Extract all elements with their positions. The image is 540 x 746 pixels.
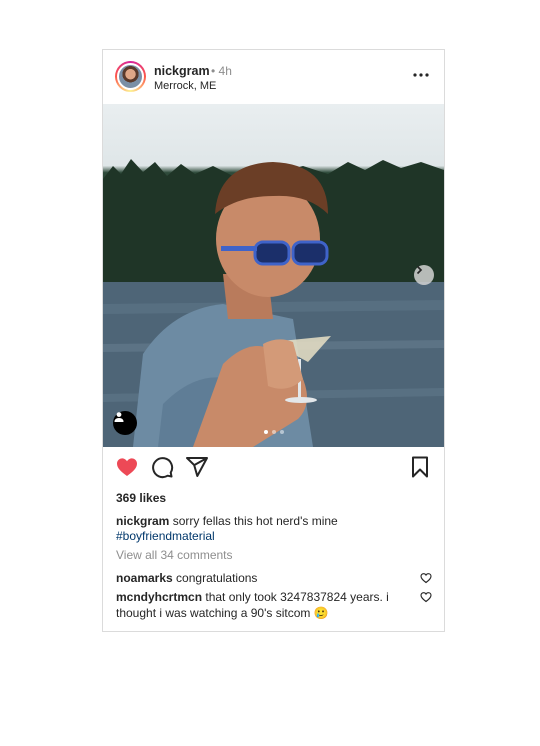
- post-time: • 4h: [211, 64, 232, 78]
- chevron-right-icon: [416, 265, 423, 275]
- comment-username[interactable]: mcndyhcrtmcn: [116, 590, 202, 604]
- post-actions: [103, 455, 444, 483]
- caption-text: sorry fellas this hot nerd's mine: [172, 514, 338, 528]
- comment-text: congratulations: [176, 571, 258, 585]
- comment-like-heart-icon[interactable]: [420, 572, 432, 584]
- story-ring[interactable]: [115, 61, 146, 92]
- post-header: nickgram • 4h Merrock, ME: [103, 50, 444, 104]
- view-all-comments-link[interactable]: View all 34 comments: [116, 548, 233, 562]
- likes-count[interactable]: 369 likes: [116, 491, 166, 505]
- like-heart-icon[interactable]: [115, 455, 139, 479]
- carousel-dot: [279, 430, 284, 434]
- instagram-post: nickgram • 4h Merrock, ME 369 likes nick…: [102, 49, 445, 632]
- comment-item: noamarks congratulations: [116, 570, 396, 586]
- carousel-dot-active: [263, 430, 268, 434]
- post-location[interactable]: Merrock, ME: [154, 80, 216, 92]
- share-icon[interactable]: [185, 455, 209, 479]
- post-photo[interactable]: [103, 104, 444, 447]
- save-bookmark-icon[interactable]: [408, 455, 432, 479]
- carousel-indicator: [103, 430, 444, 434]
- caption-username[interactable]: nickgram: [116, 514, 169, 528]
- person-icon: [114, 412, 124, 422]
- carousel-dot: [271, 430, 276, 434]
- photo-illustration: [103, 159, 444, 447]
- comment-icon[interactable]: [150, 455, 174, 479]
- post-caption: nickgram sorry fellas this hot nerd's mi…: [116, 514, 431, 544]
- caption-hashtag[interactable]: #boyfriendmaterial: [116, 529, 215, 543]
- more-options-icon[interactable]: [412, 66, 430, 84]
- comment-like-heart-icon[interactable]: [420, 591, 432, 603]
- post-username[interactable]: nickgram: [154, 64, 210, 78]
- avatar[interactable]: [117, 63, 144, 90]
- comment-item: mcndyhcrtmcn that only took 3247837824 y…: [116, 589, 396, 621]
- next-image-button[interactable]: [414, 265, 434, 285]
- comment-username[interactable]: noamarks: [116, 571, 173, 585]
